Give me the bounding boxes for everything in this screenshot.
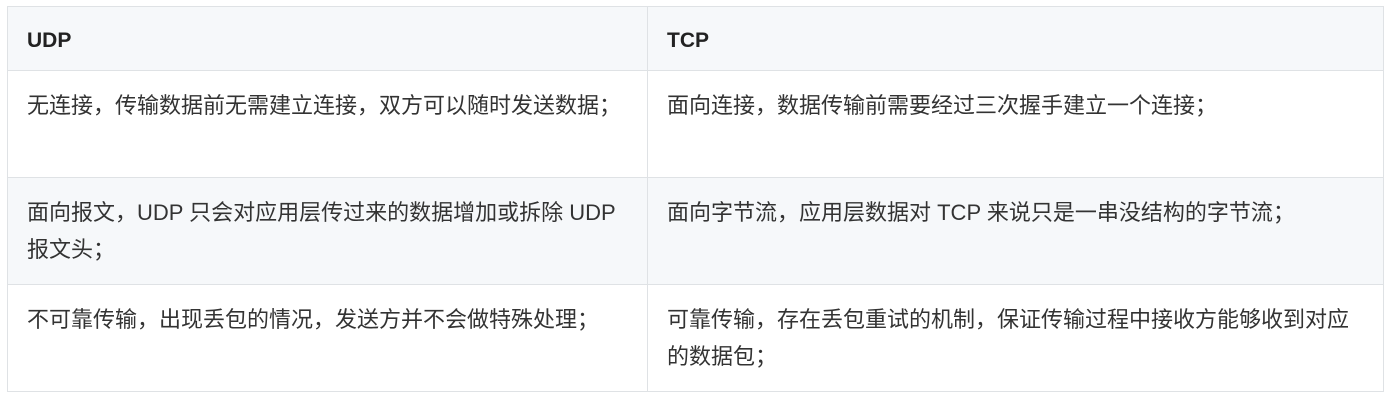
table-row: 面向报文，UDP 只会对应用层传过来的数据增加或拆除 UDP 报文头； 面向字节…: [7, 177, 1384, 285]
comparison-table-container: UDP TCP 无连接，传输数据前无需建立连接，双方可以随时发送数据； 面向连接…: [7, 6, 1384, 392]
cell-udp-message: 面向报文，UDP 只会对应用层传过来的数据增加或拆除 UDP 报文头；: [7, 177, 648, 285]
cell-tcp-reliability: 可靠传输，存在丢包重试的机制，保证传输过程中接收方能够收到对应的数据包；: [647, 284, 1384, 392]
cell-udp-connection: 无连接，传输数据前无需建立连接，双方可以随时发送数据；: [7, 70, 648, 178]
cell-tcp-connection: 面向连接，数据传输前需要经过三次握手建立一个连接；: [647, 70, 1384, 178]
table-body: 无连接，传输数据前无需建立连接，双方可以随时发送数据； 面向连接，数据传输前需要…: [7, 70, 1384, 392]
cell-tcp-stream: 面向字节流，应用层数据对 TCP 来说只是一串没结构的字节流；: [647, 177, 1384, 285]
table-row: 不可靠传输，出现丢包的情况，发送方并不会做特殊处理； 可靠传输，存在丢包重试的机…: [7, 284, 1384, 392]
table-header: UDP TCP: [7, 6, 1384, 71]
header-udp: UDP: [7, 6, 648, 71]
table-row: 无连接，传输数据前无需建立连接，双方可以随时发送数据； 面向连接，数据传输前需要…: [7, 70, 1384, 178]
cell-udp-reliability: 不可靠传输，出现丢包的情况，发送方并不会做特殊处理；: [7, 284, 648, 392]
header-row: UDP TCP: [7, 6, 1384, 71]
udp-tcp-comparison-table: UDP TCP 无连接，传输数据前无需建立连接，双方可以随时发送数据； 面向连接…: [7, 6, 1384, 392]
header-tcp: TCP: [647, 6, 1384, 71]
